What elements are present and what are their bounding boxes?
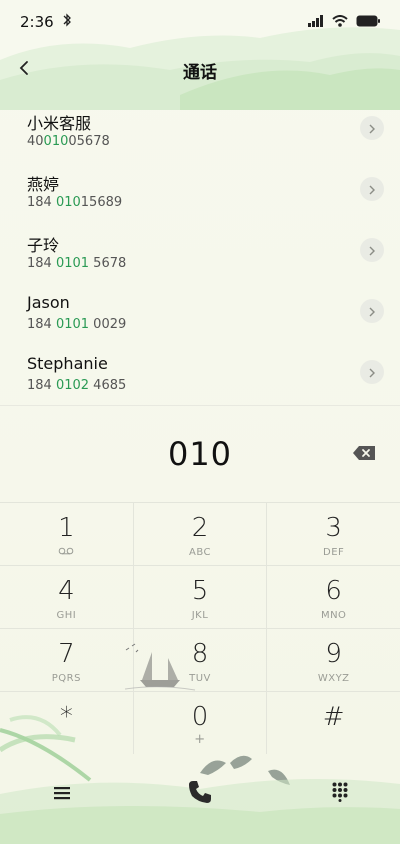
keypad-row: 1 2 ABC 3 DEF xyxy=(0,502,400,565)
key-star[interactable]: * xyxy=(0,692,133,754)
call-button[interactable] xyxy=(180,774,220,814)
contact-number: 184 0102 4685 xyxy=(27,378,127,393)
key-letters: JKL xyxy=(191,610,209,621)
key-letters: + xyxy=(194,732,206,747)
keypad-toggle-button[interactable] xyxy=(320,774,360,814)
status-bar: 2:36 xyxy=(0,0,400,44)
chevron-right-icon xyxy=(368,119,376,138)
keypad-row: * 0 + # xyxy=(0,691,400,754)
key-digit: 1 xyxy=(58,513,75,543)
key-digit: 6 xyxy=(325,576,342,606)
contact-detail-button[interactable] xyxy=(360,177,384,201)
key-digit: 0 xyxy=(191,702,209,732)
key-letters: WXYZ xyxy=(317,673,350,684)
phone-icon xyxy=(186,778,214,810)
keypad-row: 7 PQRS 8 TUV 9 WXYZ xyxy=(0,628,400,691)
key-6[interactable]: 6 MNO xyxy=(266,566,400,628)
chevron-right-icon xyxy=(368,363,376,382)
key-letters: MNO xyxy=(320,610,347,621)
key-hash[interactable]: # xyxy=(266,692,400,754)
contact-number: 4001005678 xyxy=(27,134,110,149)
key-5[interactable]: 5 JKL xyxy=(132,566,267,628)
key-4[interactable]: 4 GHI xyxy=(0,566,133,628)
contact-row[interactable]: Stephanie 184 0102 4685 xyxy=(0,342,400,403)
contact-name: 子玲 xyxy=(27,236,60,255)
dialpad-icon xyxy=(332,782,348,806)
contact-detail-button[interactable] xyxy=(360,238,384,262)
backspace-button[interactable] xyxy=(352,442,378,464)
key-2[interactable]: 2 ABC xyxy=(132,503,267,565)
key-7[interactable]: 7 PQRS xyxy=(0,629,133,691)
contact-name: Jason xyxy=(27,293,70,312)
key-digit: 7 xyxy=(58,639,75,669)
dialed-number: 010 xyxy=(167,435,233,473)
header: 通话 xyxy=(0,52,400,88)
contact-row[interactable]: 小米客服 4001005678 xyxy=(0,98,400,159)
chevron-right-icon xyxy=(368,302,376,321)
key-letters: GHI xyxy=(56,610,77,621)
contact-number: 184 01015689 xyxy=(27,195,123,210)
keypad-row: 4 GHI 5 JKL 6 MNO xyxy=(0,565,400,628)
backspace-icon xyxy=(352,446,378,468)
chevron-left-icon xyxy=(18,60,30,80)
contact-name: Stephanie xyxy=(27,354,108,373)
key-digit: 3 xyxy=(325,513,342,543)
contact-detail-button[interactable] xyxy=(360,299,384,323)
menu-icon xyxy=(54,785,70,804)
menu-button[interactable] xyxy=(42,774,82,814)
key-digit: 8 xyxy=(191,639,209,669)
key-3[interactable]: 3 DEF xyxy=(266,503,400,565)
contact-suggestion-list: 小米客服 4001005678 燕婷 184 01015689 子玲 184 0… xyxy=(0,98,400,403)
key-digit: 5 xyxy=(191,576,209,606)
key-digit: * xyxy=(59,702,73,732)
key-0[interactable]: 0 + xyxy=(132,692,267,754)
contact-row[interactable]: 燕婷 184 01015689 xyxy=(0,159,400,220)
key-9[interactable]: 9 WXYZ xyxy=(266,629,400,691)
contact-number: 184 0101 0029 xyxy=(27,317,127,332)
key-digit: 2 xyxy=(191,513,209,543)
key-digit: 4 xyxy=(58,576,75,606)
contact-row[interactable]: Jason 184 0101 0029 xyxy=(0,281,400,342)
key-letters: PQRS xyxy=(51,673,81,684)
key-letters: ABC xyxy=(189,547,212,558)
key-letters: TUV xyxy=(189,673,211,684)
contact-detail-button[interactable] xyxy=(360,116,384,140)
battery-icon xyxy=(356,13,380,31)
bluetooth-icon xyxy=(62,13,72,31)
bottom-action-bar xyxy=(0,754,400,844)
contact-number: 184 0101 5678 xyxy=(27,256,127,271)
wifi-icon xyxy=(332,13,348,31)
contact-detail-button[interactable] xyxy=(360,360,384,384)
key-1[interactable]: 1 xyxy=(0,503,133,565)
back-button[interactable] xyxy=(10,56,38,84)
page-title: 通话 xyxy=(183,62,217,83)
chevron-right-icon xyxy=(368,180,376,199)
key-digit: 9 xyxy=(325,639,342,669)
key-digit: # xyxy=(322,702,345,732)
key-8[interactable]: 8 TUV xyxy=(132,629,267,691)
key-letters: DEF xyxy=(323,547,345,558)
contact-name: 小米客服 xyxy=(27,114,92,133)
status-time: 2:36 xyxy=(20,13,54,31)
chevron-right-icon xyxy=(368,241,376,260)
dial-keypad: 1 2 ABC 3 DEF 4 GHI 5 JKL 6 MNO 7 PQRS 8… xyxy=(0,502,400,754)
signal-icon xyxy=(308,13,324,31)
contact-name: 燕婷 xyxy=(27,175,60,194)
divider xyxy=(0,405,400,406)
voicemail-icon xyxy=(0,547,133,558)
contact-row[interactable]: 子玲 184 0101 5678 xyxy=(0,220,400,281)
